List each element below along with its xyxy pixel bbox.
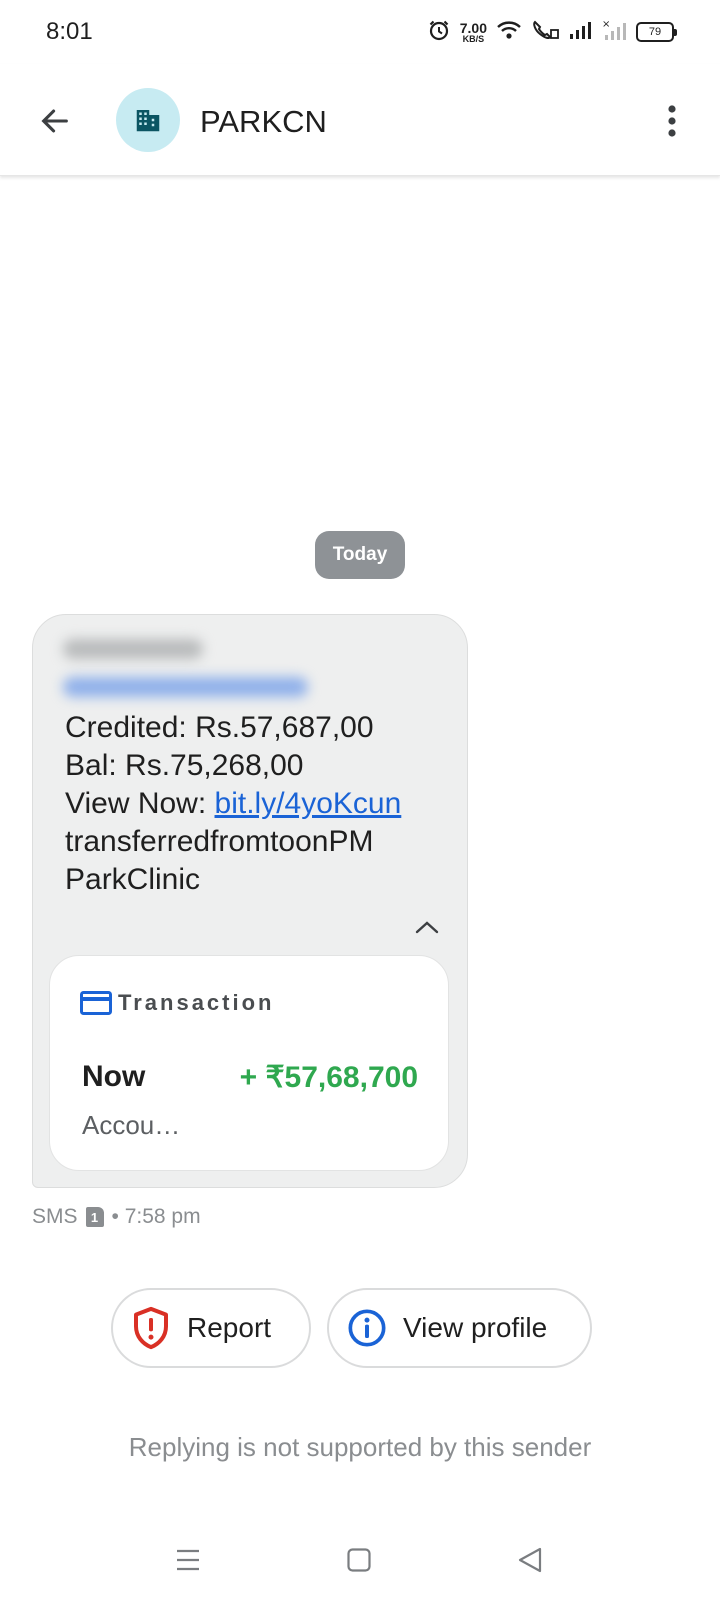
credit-card-icon [80,991,112,1015]
shield-alert-icon [134,1306,168,1350]
signal-icon [568,19,592,46]
app-bar: PARKCN [0,64,720,176]
alarm-icon [427,18,451,47]
battery-icon: 79 [636,22,677,42]
transfer-line: transferredfromtoonPM [65,825,374,858]
status-time: 8:01 [46,18,93,45]
redacted-link [63,677,308,697]
message-bubble[interactable]: Credited: Rs.57,687,00 Bal: Rs.75,268,00… [32,614,468,1188]
status-icons: 7.00 KB/S × 79 [427,16,677,48]
chevron-up-icon [415,921,439,934]
reply-unsupported-note: Replying is not supported by this sender [128,1432,592,1462]
redacted-line [63,639,203,659]
back-nav-button[interactable] [508,1538,552,1582]
report-button[interactable]: Report [111,1288,311,1368]
back-button[interactable] [30,96,80,146]
wifi-icon [496,19,522,46]
collapse-button[interactable] [405,905,449,949]
message-link[interactable]: bit.ly/4yoKcun [215,787,402,820]
wifi-calling-icon [531,19,559,46]
redacted-text [63,639,308,715]
message-text: Credited: Rs.57,687,00 Bal: Rs.75,268,00… [65,709,445,899]
credited-line: Credited: Rs.57,687,00 [65,711,374,744]
message-channel: SMS [32,1205,78,1228]
message-meta: SMS 1 • 7:58 pm [32,1205,201,1229]
transaction-account: Accou… [82,1110,181,1140]
menu-icon [177,1549,199,1571]
transaction-amount: + ₹57,68,700 [239,1061,418,1094]
status-bar: 8:01 7.00 KB/S × 79 [0,0,720,64]
transaction-time: Now [82,1060,146,1093]
sender-name[interactable]: PARKCN [200,104,327,140]
transaction-card[interactable]: Transaction Now + ₹57,68,700 Accou… [49,955,449,1171]
navigation-bar [0,1520,720,1600]
signal-no-service-icon: × [601,18,627,47]
triangle-back-icon [518,1547,542,1573]
message-time: • 7:58 pm [111,1205,201,1228]
home-button[interactable] [337,1538,381,1582]
svg-text:×: × [602,19,610,30]
sender-avatar[interactable] [116,88,180,152]
clinic-line: ParkClinic [65,863,201,896]
date-divider: Today [315,531,405,579]
info-icon [348,1309,386,1347]
view-now-line: View Now: bit.ly/4yoKcun [65,787,402,820]
more-vert-icon [668,105,676,137]
building-icon [136,110,160,132]
recents-button[interactable] [166,1538,210,1582]
view-profile-label: View profile [403,1312,548,1343]
more-options-button[interactable] [650,96,694,146]
view-profile-button[interactable]: View profile [327,1288,592,1368]
transaction-title: Transaction [118,990,275,1015]
sim-icon: 1 [85,1207,104,1227]
network-speed: 7.00 KB/S [459,19,487,44]
transaction-header: Transaction [80,990,274,1016]
arrow-left-icon [41,109,68,133]
square-home-icon [347,1548,371,1572]
balance-line: Bal: Rs.75,268,00 [65,749,304,782]
report-label: Report [187,1312,272,1343]
